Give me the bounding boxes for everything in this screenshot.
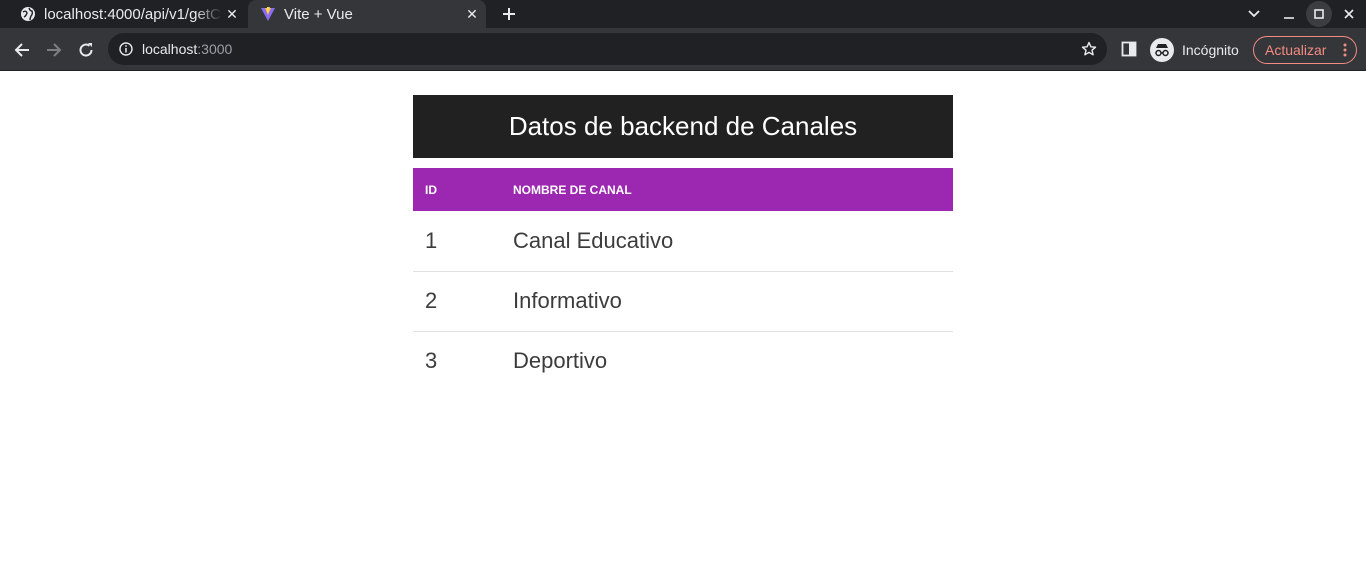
url-port: :3000 <box>197 41 233 57</box>
table-row: 3 Deportivo <box>413 331 953 391</box>
tab-api-getcanales[interactable]: localhost:4000/api/v1/getCanales ✕ <box>8 0 246 28</box>
back-arrow-icon[interactable] <box>10 38 34 62</box>
cell-id: 2 <box>425 288 438 313</box>
tab-vite-vue[interactable]: Vite + Vue ✕ <box>248 0 486 28</box>
browser-toolbar: localhost:3000 Incógnito Actualizar <box>0 28 1366 71</box>
restore-icon[interactable] <box>1306 1 1332 27</box>
kebab-menu-icon[interactable] <box>1343 43 1347 57</box>
incognito-icon <box>1150 38 1174 62</box>
incognito-profile-button[interactable]: Incógnito <box>1148 35 1239 65</box>
url-text: localhost:3000 <box>142 41 232 57</box>
column-header-name: NOMBRE DE CANAL <box>513 182 632 197</box>
profile-label: Incógnito <box>1182 42 1239 58</box>
update-label: Actualizar <box>1265 42 1327 58</box>
cell-name: Canal Educativo <box>513 227 674 253</box>
update-button[interactable]: Actualizar <box>1253 36 1357 64</box>
tab-title: Vite + Vue <box>284 5 353 23</box>
vite-logo-icon <box>260 6 276 22</box>
new-tab-button[interactable] <box>498 4 520 24</box>
tab-strip: localhost:4000/api/v1/getCanales ✕ Vite … <box>0 0 1366 28</box>
minimize-icon[interactable] <box>1274 0 1304 28</box>
cell-name: Informativo <box>513 288 622 313</box>
cell-id: 1 <box>425 227 438 253</box>
reload-icon[interactable] <box>74 38 98 62</box>
canales-table: ID NOMBRE DE CANAL 1 Canal Educativo 2 I… <box>413 168 953 391</box>
site-info-icon[interactable] <box>119 42 133 56</box>
table-row: 2 Informativo <box>413 271 953 331</box>
tab-search-chevron-icon[interactable] <box>1239 0 1269 28</box>
bookmark-star-icon[interactable] <box>1081 41 1097 57</box>
column-header-id: ID <box>425 182 437 197</box>
title-band: Datos de backend de Canales <box>413 95 953 158</box>
side-panel-icon[interactable] <box>1121 41 1137 57</box>
cell-name: Deportivo <box>513 348 608 374</box>
close-tab-icon[interactable]: ✕ <box>462 4 482 24</box>
table-row: 1 Canal Educativo <box>413 211 953 271</box>
address-bar[interactable]: localhost:3000 <box>108 33 1107 65</box>
page-content: Datos de backend de Canales ID NOMBRE DE… <box>413 95 953 391</box>
page-title: Datos de backend de Canales <box>508 111 858 141</box>
close-tab-icon[interactable]: ✕ <box>222 4 242 24</box>
forward-arrow-icon[interactable] <box>42 38 66 62</box>
table-header-row: ID NOMBRE DE CANAL <box>413 168 953 211</box>
url-host: localhost <box>142 41 198 57</box>
globe-icon <box>20 6 36 22</box>
close-window-icon[interactable] <box>1334 0 1364 28</box>
cell-id: 3 <box>425 348 438 374</box>
tab-title: localhost:4000/api/v1/getCanales <box>44 5 222 23</box>
